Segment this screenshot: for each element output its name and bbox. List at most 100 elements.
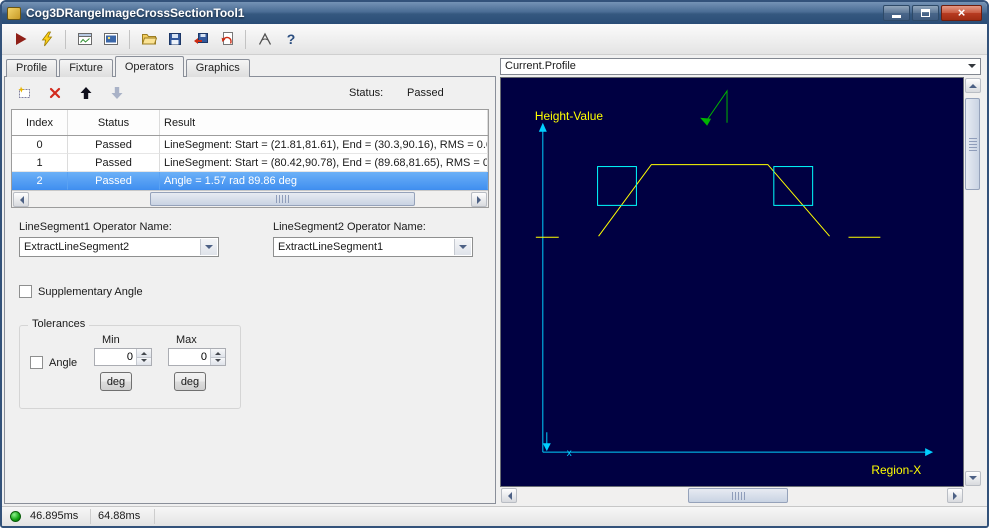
floppy-icon <box>168 33 181 45</box>
maximize-button[interactable] <box>912 5 939 21</box>
angle-tool-button[interactable] <box>253 28 276 51</box>
image-window-icon <box>103 33 118 45</box>
save-button[interactable] <box>163 28 186 51</box>
title-bar[interactable]: Cog3DRangeImageCrossSectionTool1 × <box>2 2 987 24</box>
graphics-window-icon <box>77 33 92 45</box>
operators-results-grid: Index Status Result 0 Passed LineSegment… <box>11 109 489 208</box>
help-button[interactable]: ? <box>279 28 302 51</box>
table-row[interactable]: 0 Passed LineSegment: Start = (21.81,81.… <box>12 136 488 154</box>
status-value: Passed <box>407 87 444 99</box>
move-down-button[interactable] <box>106 83 128 103</box>
table-hscrollbar[interactable] <box>12 190 488 207</box>
x-axis-arrow-right-icon <box>925 448 934 457</box>
move-up-button[interactable] <box>75 83 97 103</box>
scroll-track[interactable] <box>30 191 470 207</box>
new-operator-icon <box>18 86 30 98</box>
table-row[interactable]: 1 Passed LineSegment: Start = (80.42,90.… <box>12 154 488 172</box>
cell-index: 2 <box>12 172 68 190</box>
reset-button[interactable] <box>215 28 238 51</box>
save-as-button[interactable] <box>189 28 212 51</box>
supplementary-angle-checkbox[interactable]: Supplementary Angle <box>19 285 143 298</box>
scroll-thumb[interactable] <box>150 192 415 206</box>
supplementary-angle-label: Supplementary Angle <box>38 285 143 298</box>
checkbox-icon <box>30 356 43 369</box>
max-label: Max <box>176 334 197 346</box>
max-value-input[interactable] <box>169 349 209 365</box>
column-header-index[interactable]: Index <box>12 110 68 135</box>
arrow-left-icon <box>504 491 512 500</box>
tolerances-legend: Tolerances <box>28 318 90 330</box>
spin-down-button[interactable] <box>136 356 151 365</box>
cell-result: LineSegment: Start = (80.42,90.78), End … <box>160 154 488 172</box>
lightning-icon <box>41 31 52 47</box>
grip-icon <box>731 491 745 500</box>
profile-graph-panel: x Height-Value Region-X <box>500 77 981 504</box>
close-button[interactable]: × <box>941 5 982 21</box>
profile-selector[interactable]: Current.Profile <box>500 58 981 75</box>
tab-profile[interactable]: Profile <box>6 59 58 77</box>
fit-region-box-right <box>773 166 814 206</box>
reset-page-icon <box>221 32 233 45</box>
linesegment1-combobox[interactable]: ExtractLineSegment2 <box>19 237 219 257</box>
angle-tolerance-checkbox[interactable]: Angle <box>30 356 77 369</box>
combo-dropdown-button[interactable] <box>200 239 217 255</box>
chevron-down-icon <box>968 64 976 72</box>
arrow-up-icon <box>141 349 147 355</box>
cell-result: LineSegment: Start = (21.81,81.61), End … <box>160 136 488 154</box>
status-label: Status: <box>349 87 384 99</box>
min-value-spinner[interactable] <box>94 348 152 366</box>
scroll-thumb[interactable] <box>965 98 980 190</box>
arrow-up-icon <box>215 349 221 355</box>
tab-operators[interactable]: Operators <box>114 56 184 77</box>
result-graphics-button[interactable] <box>73 28 96 51</box>
angle-caliper-mark <box>704 89 728 124</box>
scroll-track[interactable] <box>518 487 946 504</box>
arrow-down-icon <box>969 476 977 484</box>
graph-vscrollbar[interactable] <box>964 77 981 487</box>
minimize-button[interactable] <box>883 5 910 21</box>
delete-operator-button[interactable] <box>44 83 66 103</box>
app-icon <box>7 6 21 20</box>
run-live-button[interactable] <box>35 28 58 51</box>
open-button[interactable] <box>137 28 160 51</box>
scroll-up-button[interactable] <box>965 78 981 93</box>
column-header-result[interactable]: Result <box>160 110 488 135</box>
scroll-right-button[interactable] <box>471 192 487 207</box>
graph-hscrollbar[interactable] <box>500 487 964 504</box>
scroll-left-button[interactable] <box>501 488 517 503</box>
cell-index: 0 <box>12 136 68 154</box>
tolerances-groupbox: Tolerances Angle Min Max 0 0 deg deg <box>19 318 241 409</box>
scroll-thumb[interactable] <box>688 488 788 503</box>
min-value-input[interactable] <box>95 349 135 365</box>
image-record-button[interactable] <box>99 28 122 51</box>
floppy-export-icon <box>193 33 208 44</box>
protractor-icon <box>258 32 271 45</box>
scroll-down-button[interactable] <box>965 471 981 486</box>
run-button[interactable] <box>9 28 32 51</box>
height-value-label: Height-Value <box>535 109 604 123</box>
profile-graph-display[interactable]: x Height-Value Region-X <box>500 77 964 487</box>
cell-status: Passed <box>68 136 160 154</box>
elapsed-time: 46.895ms <box>30 510 79 522</box>
chevron-down-icon <box>459 244 467 253</box>
results-grid-header: Index Status Result <box>12 110 488 136</box>
table-row[interactable]: 2 Passed Angle = 1.57 rad 89.86 deg <box>12 172 488 190</box>
spin-up-button[interactable] <box>210 349 225 357</box>
scroll-track[interactable] <box>964 94 981 470</box>
tab-graphics[interactable]: Graphics <box>185 59 250 77</box>
max-unit-button[interactable]: deg <box>174 372 206 391</box>
spin-up-button[interactable] <box>136 349 151 357</box>
arrow-down-icon <box>215 359 221 365</box>
combo-dropdown-button[interactable] <box>454 239 471 255</box>
scroll-left-button[interactable] <box>13 192 29 207</box>
tab-fixture[interactable]: Fixture <box>59 59 113 77</box>
linesegment2-combobox[interactable]: ExtractLineSegment1 <box>273 237 473 257</box>
scroll-right-button[interactable] <box>947 488 963 503</box>
cell-status: Passed <box>68 154 160 172</box>
min-unit-button[interactable]: deg <box>100 372 132 391</box>
max-value-spinner[interactable] <box>168 348 226 366</box>
add-operator-button[interactable] <box>13 83 35 103</box>
spin-down-button[interactable] <box>210 356 225 365</box>
column-header-status[interactable]: Status <box>68 110 160 135</box>
chevron-down-icon <box>205 244 213 253</box>
